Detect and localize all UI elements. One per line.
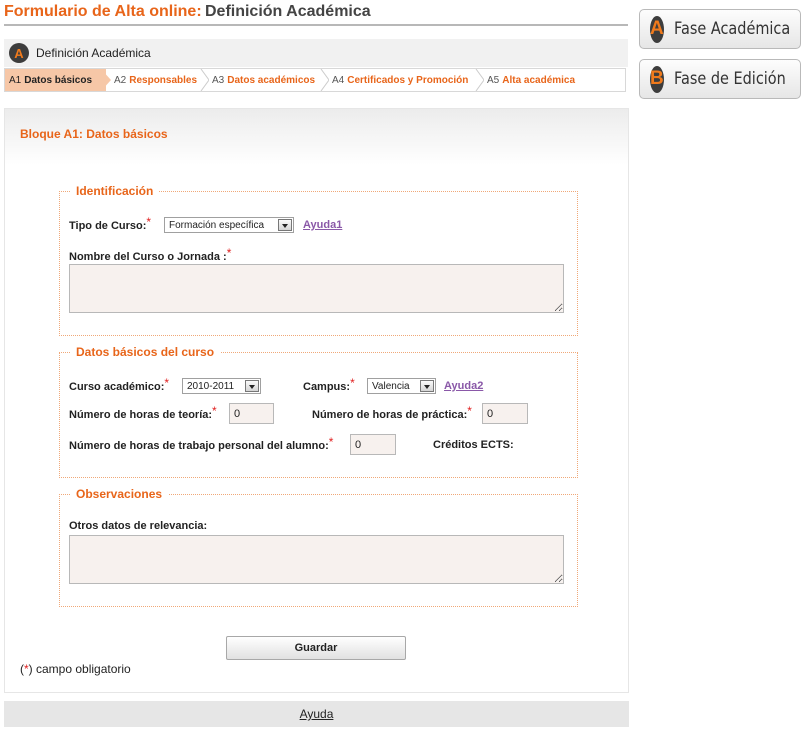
observaciones-legend: Observaciones bbox=[76, 487, 163, 501]
campus-select[interactable]: Valencia bbox=[367, 378, 436, 394]
fase-edicion-button[interactable]: B Fase de Edición bbox=[639, 59, 801, 99]
required-mark: * bbox=[467, 404, 472, 418]
horas-teoria-input[interactable] bbox=[229, 403, 274, 424]
section-header: A Definición Académica bbox=[4, 39, 628, 67]
required-mark: * bbox=[328, 435, 334, 449]
datos-basicos-legend: Datos básicos del curso bbox=[76, 345, 215, 359]
horas-teoria-label: Número de horas de teoría:* bbox=[69, 404, 217, 421]
nombre-curso-textarea[interactable] bbox=[69, 264, 564, 313]
step-a5[interactable]: A5 Alta académica bbox=[479, 69, 589, 91]
horas-practica-input[interactable] bbox=[482, 403, 528, 424]
horas-personal-label: Número de horas de trabajo personal del … bbox=[69, 435, 334, 452]
required-mark: * bbox=[146, 215, 152, 229]
tipo-curso-label: Tipo de Curso:* bbox=[69, 215, 152, 232]
phase-b-icon: B bbox=[650, 65, 664, 93]
chevron-down-icon bbox=[245, 380, 259, 392]
horas-practica-label: Número de horas de práctica:* bbox=[312, 404, 472, 421]
chevron-down-icon bbox=[278, 219, 292, 231]
step-a3[interactable]: A3 Datos académicos bbox=[204, 69, 329, 91]
step-a2[interactable]: A2 Responsables bbox=[106, 69, 209, 91]
section-a-icon: A bbox=[9, 43, 29, 63]
campus-label: Campus:* bbox=[303, 376, 355, 393]
required-mark: * bbox=[164, 376, 170, 390]
required-mark: * bbox=[350, 376, 355, 390]
fase-academica-button[interactable]: A Fase Académica bbox=[639, 9, 801, 49]
nombre-curso-label: Nombre del Curso o Jornada :* bbox=[69, 246, 232, 263]
required-note: (*) campo obligatorio bbox=[20, 662, 131, 676]
page-title-prefix: Formulario de Alta online: bbox=[4, 3, 202, 20]
fase-academica-label: Fase Académica bbox=[673, 19, 790, 39]
required-mark: * bbox=[212, 404, 217, 418]
ayuda1-link[interactable]: Ayuda1 bbox=[303, 219, 342, 231]
fase-edicion-label: Fase de Edición bbox=[673, 69, 786, 89]
identificacion-legend: Identificación bbox=[76, 184, 154, 198]
footer-bar: Ayuda bbox=[4, 701, 629, 727]
section-label: Definición Académica bbox=[36, 46, 151, 60]
page-title-main: Definición Académica bbox=[204, 3, 371, 20]
step-a4[interactable]: A4 Certificados y Promoción bbox=[324, 69, 484, 91]
creditos-ects-label: Créditos ECTS: bbox=[433, 439, 514, 451]
otros-datos-textarea[interactable] bbox=[69, 535, 564, 584]
horas-personal-input[interactable] bbox=[350, 434, 396, 455]
otros-datos-label: Otros datos de relevancia: bbox=[69, 520, 208, 532]
block-title: Bloque A1: Datos básicos bbox=[5, 109, 628, 165]
curso-academico-label: Curso académico:* bbox=[69, 376, 170, 393]
required-mark: * bbox=[226, 246, 232, 260]
guardar-button[interactable]: Guardar bbox=[226, 636, 406, 660]
footer-help-link[interactable]: Ayuda bbox=[300, 707, 334, 721]
page-title: Formulario de Alta online: Definición Ac… bbox=[4, 3, 628, 26]
tipo-curso-select[interactable]: Formación específica bbox=[164, 217, 294, 233]
steps-breadcrumb: A1 Datos básicos A2 Responsables A3 Datos a… bbox=[4, 68, 626, 92]
step-a1[interactable]: A1 Datos básicos bbox=[5, 69, 111, 91]
chevron-down-icon bbox=[420, 380, 434, 392]
ayuda2-link[interactable]: Ayuda2 bbox=[444, 380, 483, 392]
curso-academico-select[interactable]: 2010-2011 bbox=[182, 378, 261, 394]
phase-a-icon: A bbox=[650, 15, 664, 43]
